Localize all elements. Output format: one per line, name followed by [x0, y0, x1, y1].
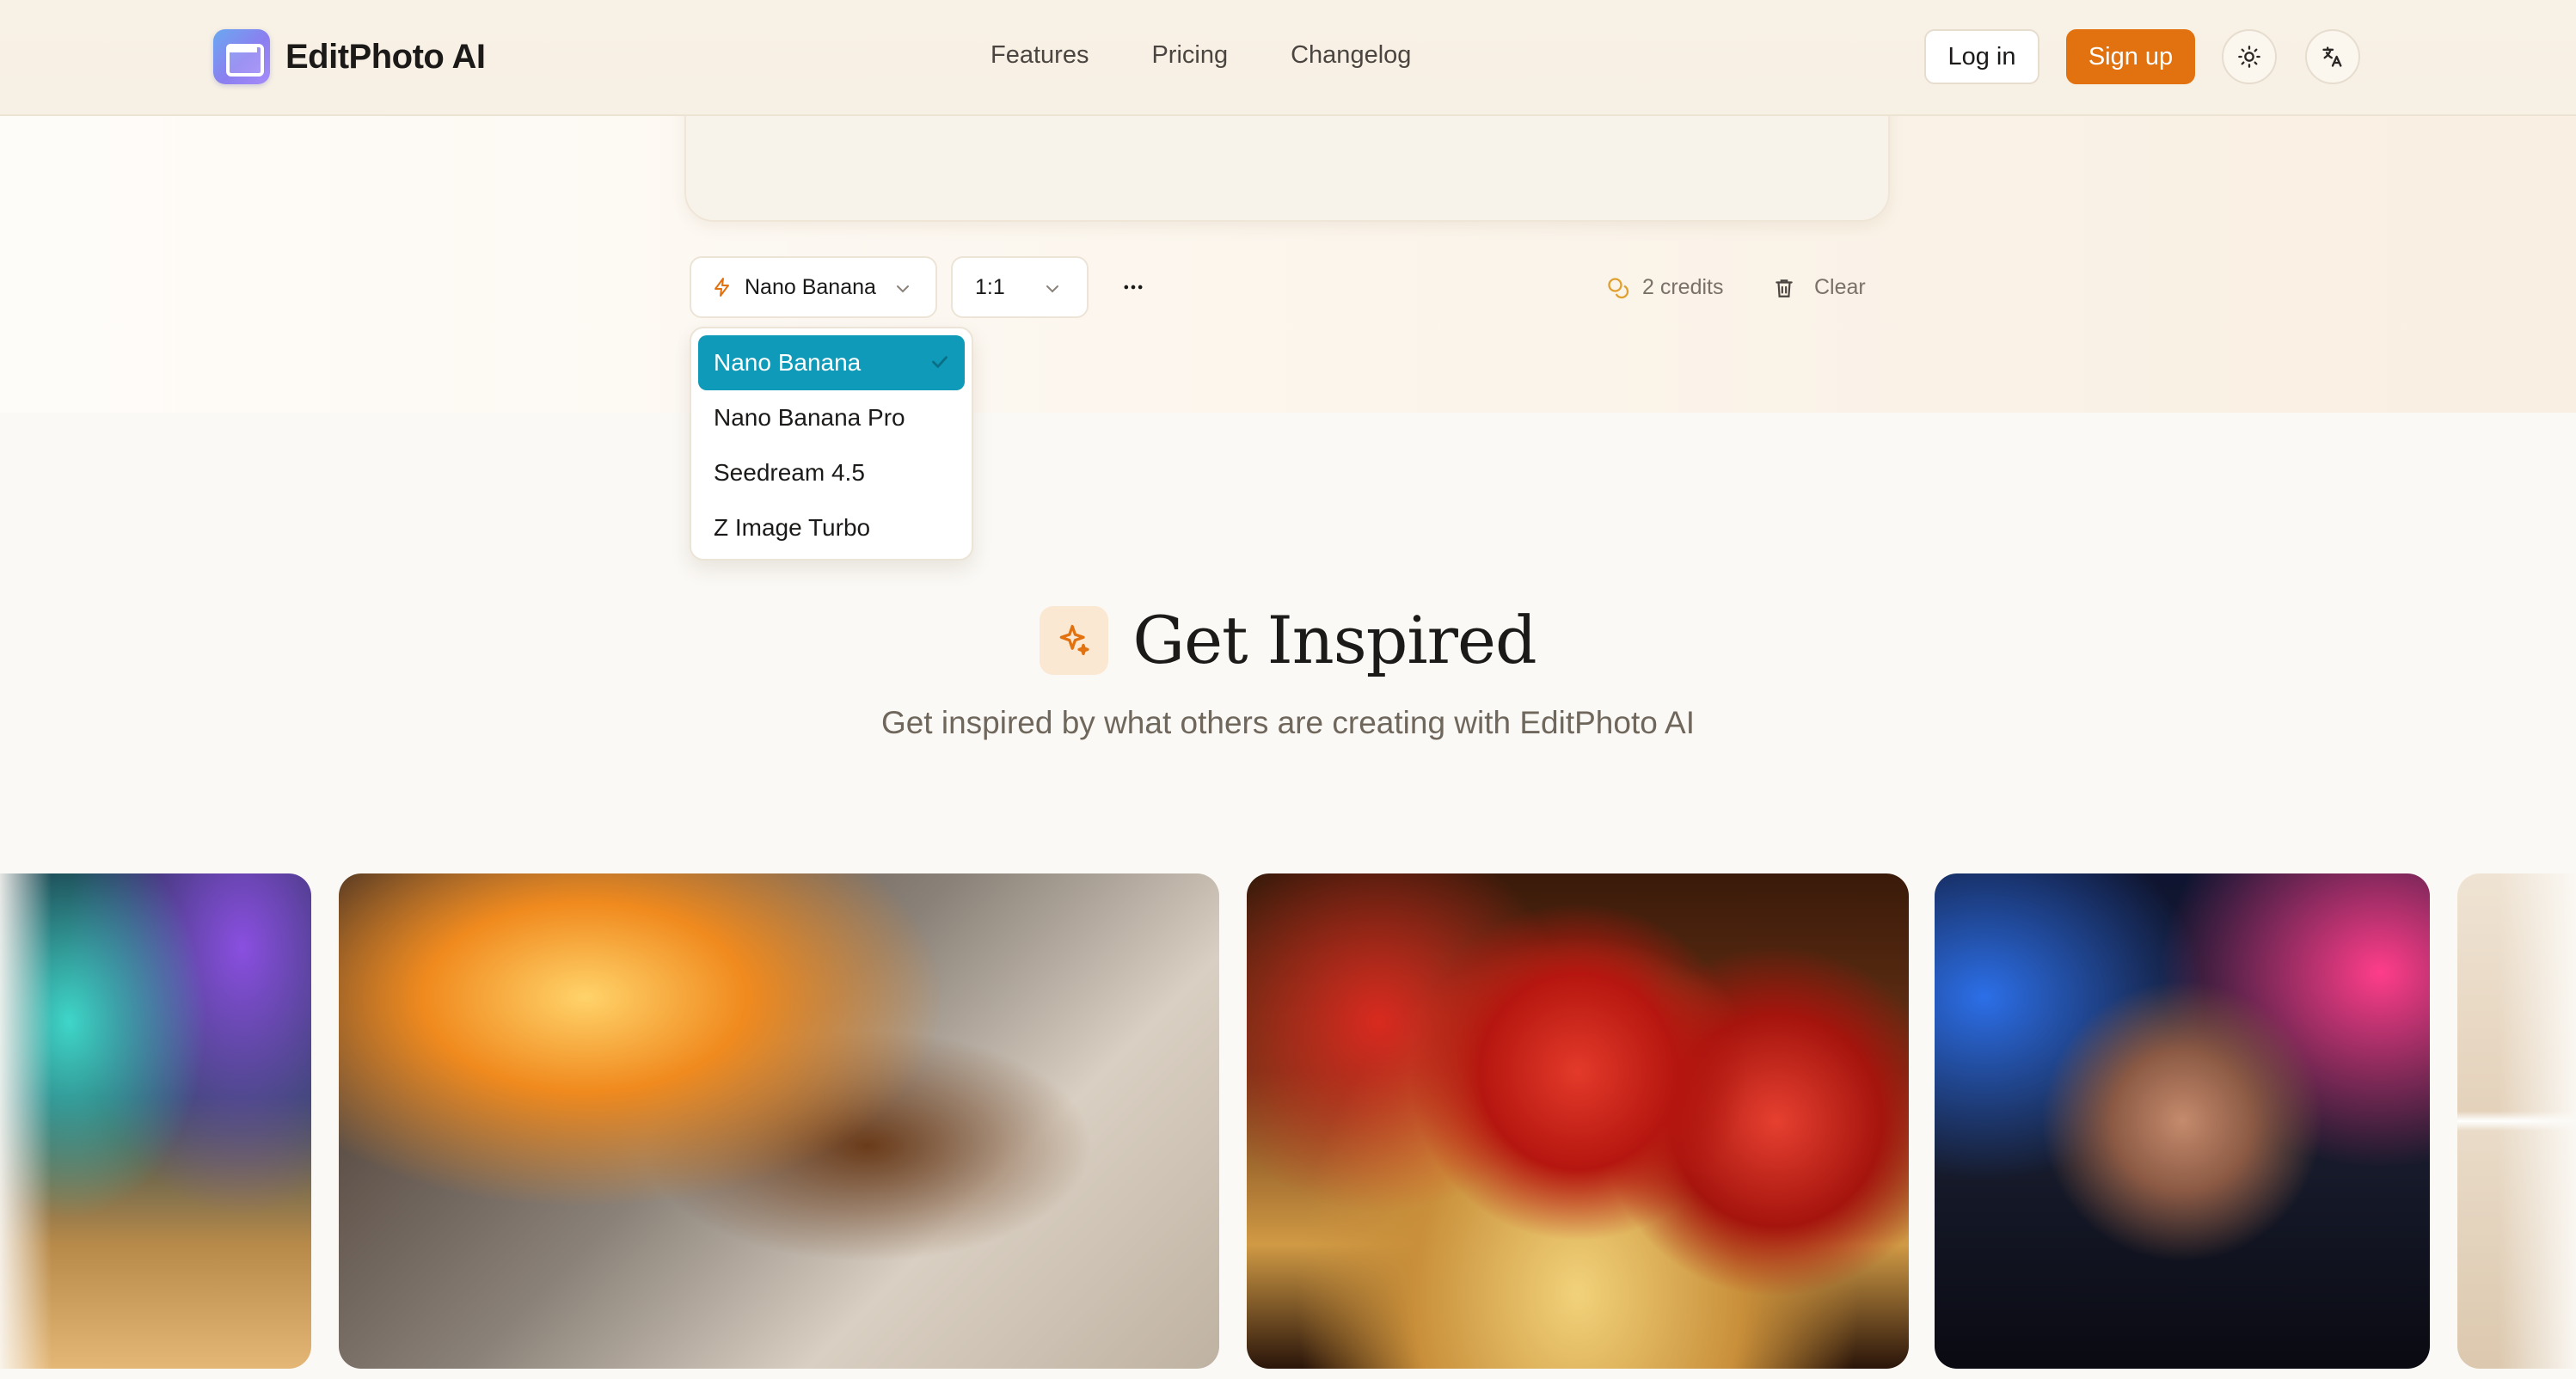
chevron-down-icon [1046, 285, 1058, 293]
strawberry-tart-image[interactable] [1247, 873, 1909, 1369]
sun-icon [2238, 46, 2260, 68]
language-button[interactable] [2305, 29, 2360, 84]
trash-icon [1776, 279, 1793, 297]
section-title: Get Inspired [1132, 602, 1536, 678]
nav-changelog[interactable]: Changelog [1291, 41, 1411, 70]
generation-toolbar: Nano Banana 1:1 2 credits Clear [690, 256, 1885, 318]
sparkles-icon [1040, 605, 1109, 675]
neon-portrait-image[interactable] [1935, 873, 2430, 1369]
model-option[interactable]: Nano Banana [698, 335, 965, 390]
credits-label: 2 credits [1642, 275, 1724, 299]
model-select-value: Nano Banana [745, 274, 876, 299]
model-select[interactable]: Nano Banana [690, 256, 937, 318]
aspect-ratio-select[interactable]: 1:1 [951, 256, 1089, 318]
model-dropdown: Nano Banana Nano Banana Pro Seedream 4.5… [690, 327, 973, 561]
model-option[interactable]: Z Image Turbo [698, 500, 965, 555]
logo-icon [213, 29, 270, 84]
lightning-icon [715, 278, 729, 297]
check-icon [932, 356, 948, 369]
coins-icon [1608, 277, 1629, 298]
site-header: EditPhoto AI Features Pricing Changelog … [0, 0, 2576, 116]
anime-runner-fire-image[interactable] [339, 873, 1219, 1369]
main-nav: Features Pricing Changelog [991, 41, 1411, 70]
aspect-ratio-value: 1:1 [975, 274, 1005, 299]
clear-label: Clear [1814, 275, 1866, 299]
credits-indicator: 2 credits [1606, 275, 1723, 300]
nav-features[interactable]: Features [991, 41, 1089, 70]
signup-button[interactable]: Sign up [2066, 29, 2195, 84]
chevron-down-icon [897, 285, 909, 293]
gallery-fade-right [2499, 873, 2576, 1370]
model-option[interactable]: Nano Banana Pro [698, 390, 965, 445]
section-heading: Get Inspired [0, 602, 2576, 678]
brand-name: EditPhoto AI [285, 37, 486, 76]
nav-pricing[interactable]: Pricing [1151, 41, 1228, 70]
more-horizontal-icon [1124, 285, 1143, 290]
translate-icon [2322, 46, 2342, 67]
login-button[interactable]: Log in [1924, 29, 2039, 84]
more-options-button[interactable] [1113, 267, 1154, 308]
theme-toggle-button[interactable] [2222, 29, 2277, 84]
section-subtitle: Get inspired by what others are creating… [880, 705, 1696, 740]
inspiration-gallery [0, 873, 2576, 1370]
gallery-fade-left [0, 873, 52, 1370]
clear-button[interactable]: Clear [1773, 275, 1866, 300]
model-option[interactable]: Seedream 4.5 [698, 445, 965, 500]
brand[interactable]: EditPhoto AI [213, 29, 486, 84]
